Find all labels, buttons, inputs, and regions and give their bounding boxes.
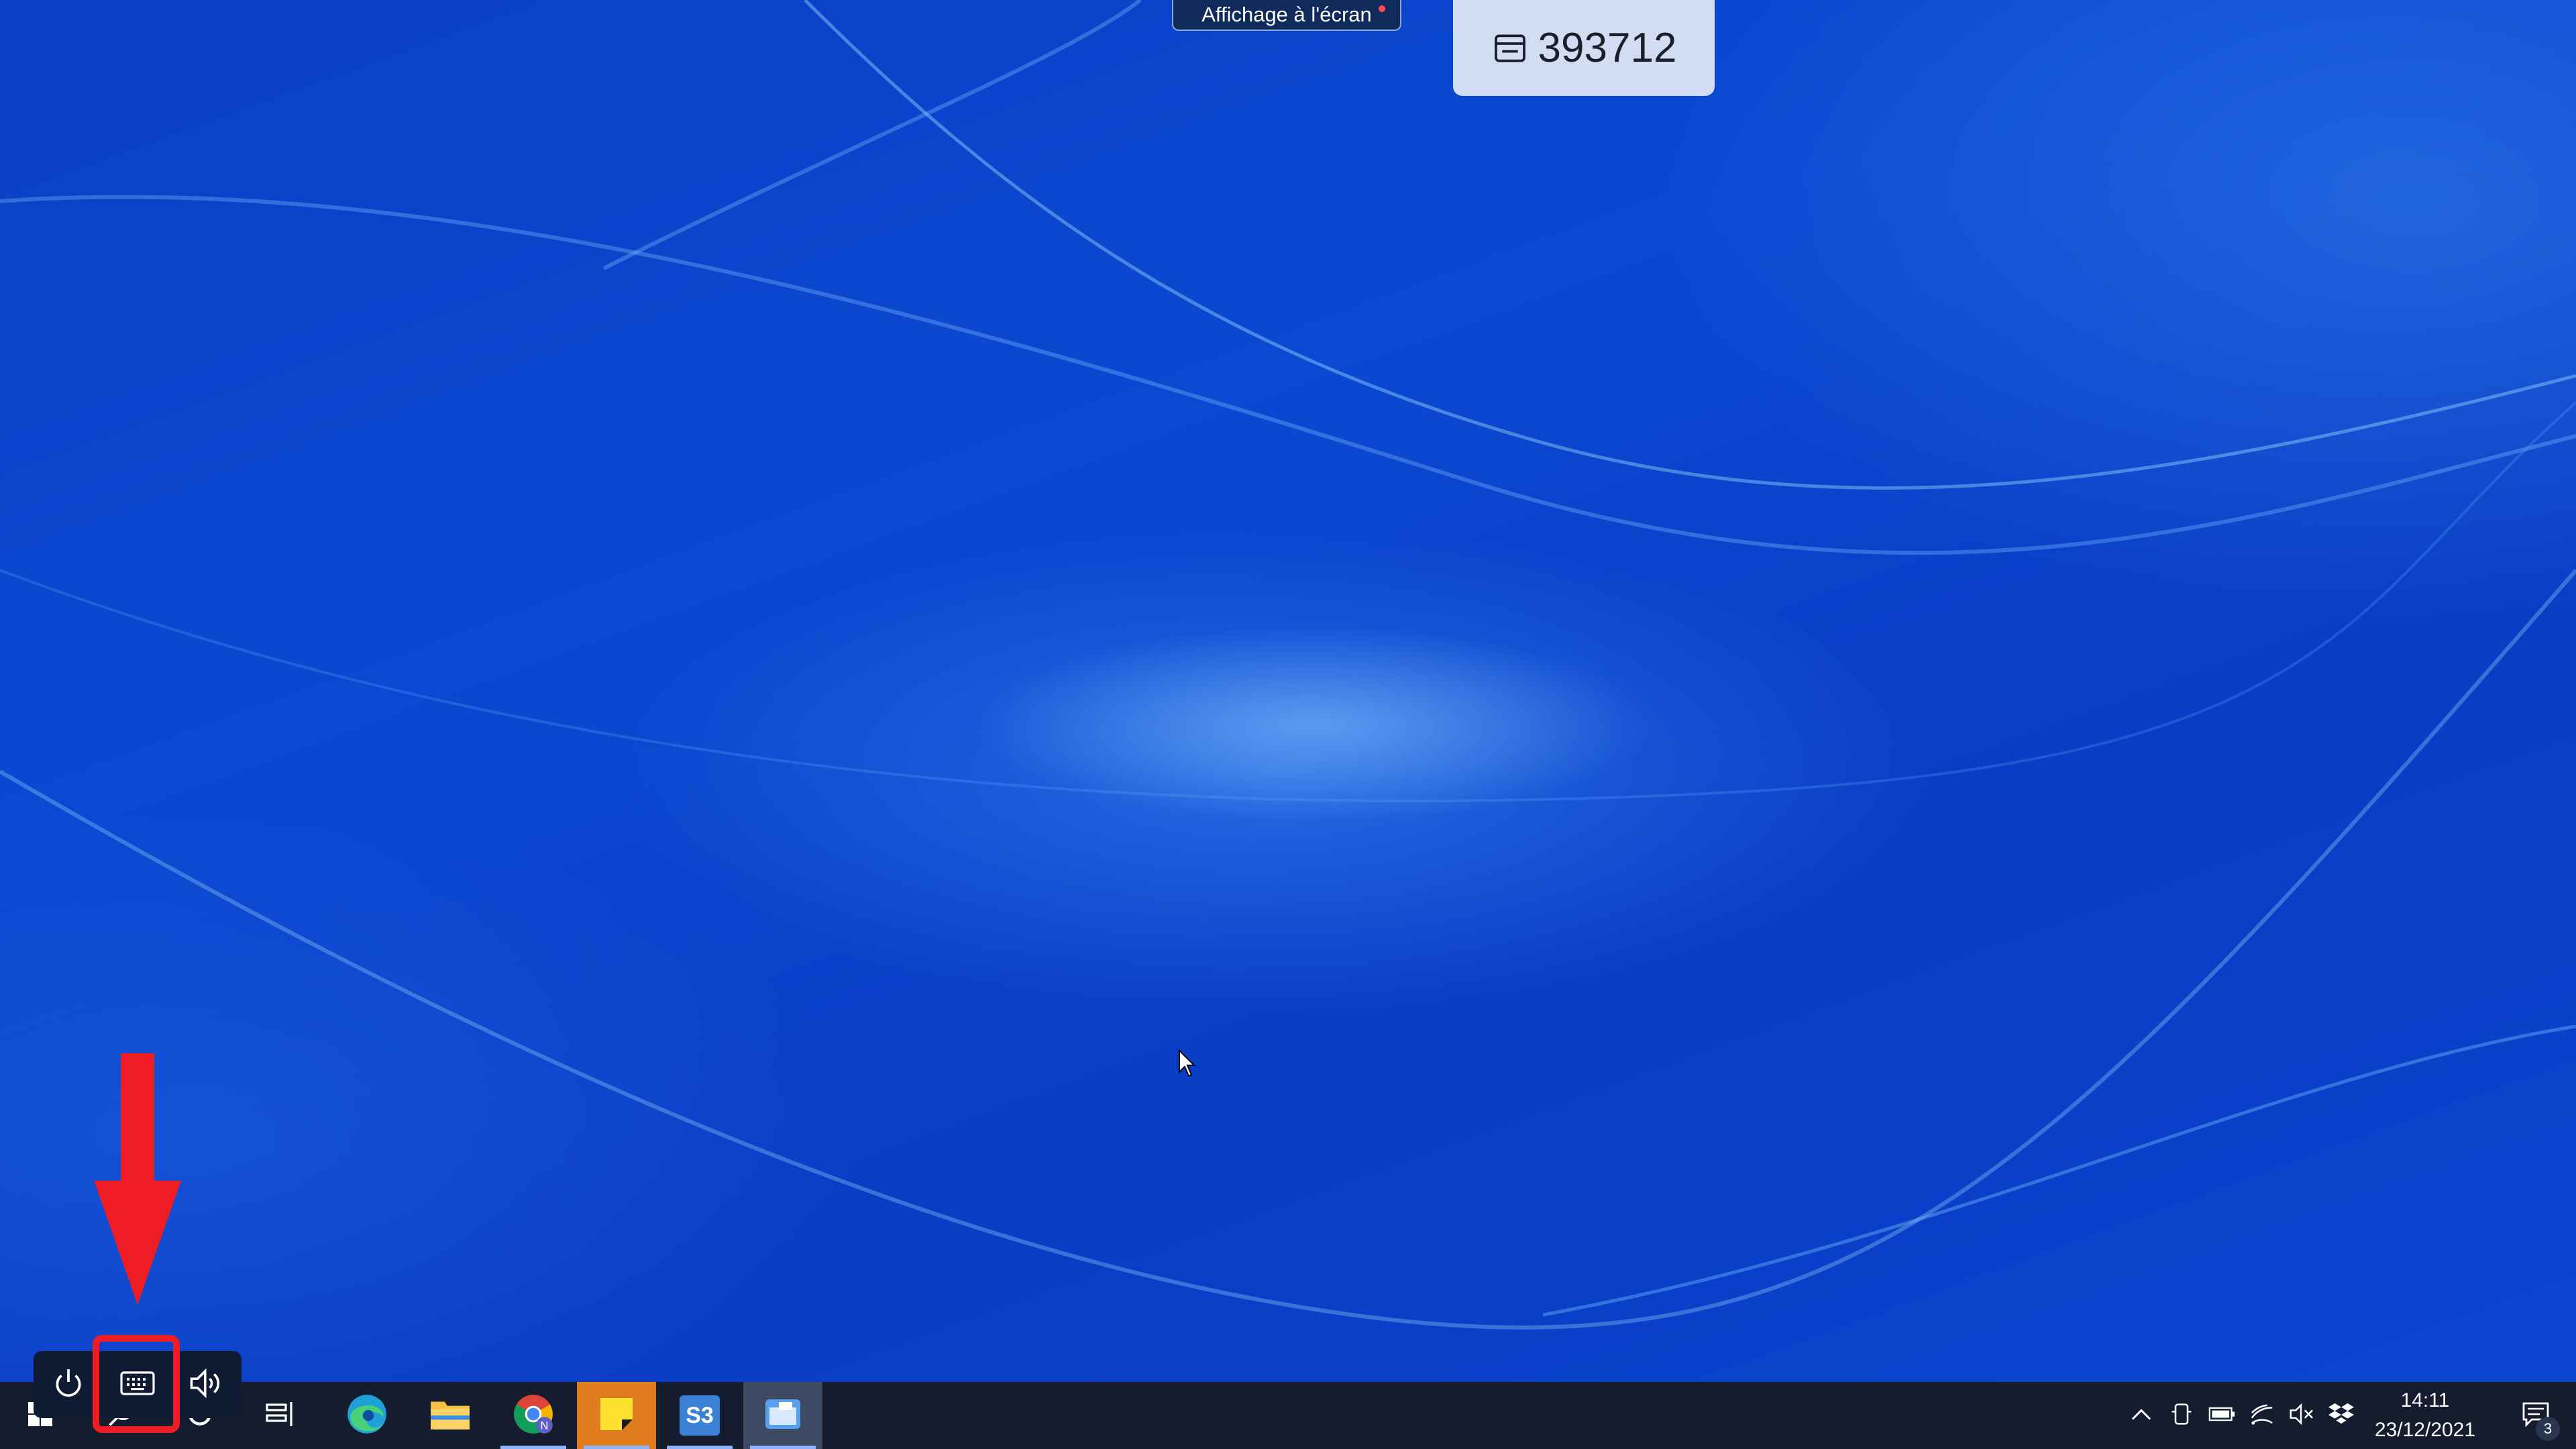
clock-time: 14:11 bbox=[2400, 1389, 2450, 1411]
action-center-button[interactable]: 3 bbox=[2502, 1382, 2569, 1449]
task-view-button[interactable] bbox=[254, 1382, 307, 1449]
wifi-icon bbox=[2249, 1403, 2275, 1429]
screen-share-label: Affichage à l'écran bbox=[1201, 3, 1372, 26]
chevron-up-icon bbox=[2131, 1407, 2151, 1424]
tray-phone-button[interactable] bbox=[2163, 1382, 2200, 1449]
s3-app-label: S3 bbox=[686, 1402, 714, 1428]
tray-wifi-button[interactable] bbox=[2243, 1382, 2281, 1449]
taskbar-app-edge[interactable] bbox=[327, 1382, 407, 1449]
session-code: 393712 bbox=[1538, 25, 1677, 71]
remote-session-icon bbox=[1491, 30, 1529, 67]
chrome-icon: N bbox=[511, 1392, 555, 1440]
sticky-notes-icon bbox=[598, 1395, 635, 1436]
tray-volume-button[interactable] bbox=[2282, 1382, 2320, 1449]
dropbox-icon bbox=[2328, 1402, 2354, 1430]
keyboard-button-highlight bbox=[93, 1335, 180, 1433]
volume-button[interactable] bbox=[176, 1354, 237, 1415]
taskbar-app-chrome[interactable]: N bbox=[494, 1382, 573, 1449]
taskbar: N S3 14:11 23/12/2021 3 bbox=[0, 1382, 2576, 1449]
taskbar-app-remote[interactable] bbox=[743, 1382, 822, 1449]
taskbar-clock[interactable]: 14:11 23/12/2021 bbox=[2355, 1382, 2496, 1449]
s3-app-icon: S3 bbox=[680, 1395, 720, 1436]
clock-date: 23/12/2021 bbox=[2374, 1419, 2476, 1441]
taskbar-app-s3[interactable]: S3 bbox=[660, 1382, 739, 1449]
window-app-icon bbox=[763, 1394, 803, 1438]
desktop-wallpaper bbox=[0, 0, 2576, 1449]
taskbar-app-file-explorer[interactable] bbox=[411, 1382, 490, 1449]
tray-overflow-button[interactable] bbox=[2123, 1382, 2160, 1449]
power-button[interactable] bbox=[38, 1354, 99, 1415]
notification-count-badge: 3 bbox=[2536, 1417, 2560, 1441]
task-view-icon bbox=[264, 1399, 297, 1432]
edge-icon bbox=[345, 1392, 389, 1440]
session-code-pill[interactable]: 393712 bbox=[1453, 0, 1715, 96]
taskbar-app-sticky-notes[interactable] bbox=[577, 1382, 656, 1449]
recording-dot-icon bbox=[1379, 5, 1385, 12]
tray-battery-button[interactable] bbox=[2203, 1382, 2241, 1449]
power-icon bbox=[52, 1366, 85, 1403]
screen-share-indicator[interactable]: Affichage à l'écran bbox=[1172, 0, 1401, 31]
speaker-muted-icon bbox=[2288, 1403, 2314, 1428]
folder-icon bbox=[428, 1395, 472, 1436]
mouse-cursor-icon bbox=[1178, 1049, 1197, 1079]
wallpaper-streaks bbox=[0, 0, 2576, 1330]
battery-icon bbox=[2208, 1406, 2235, 1426]
phone-icon bbox=[2170, 1402, 2193, 1430]
volume-icon bbox=[189, 1368, 225, 1402]
svg-text:N: N bbox=[541, 1419, 549, 1432]
annotation-arrow-icon bbox=[94, 1053, 181, 1308]
